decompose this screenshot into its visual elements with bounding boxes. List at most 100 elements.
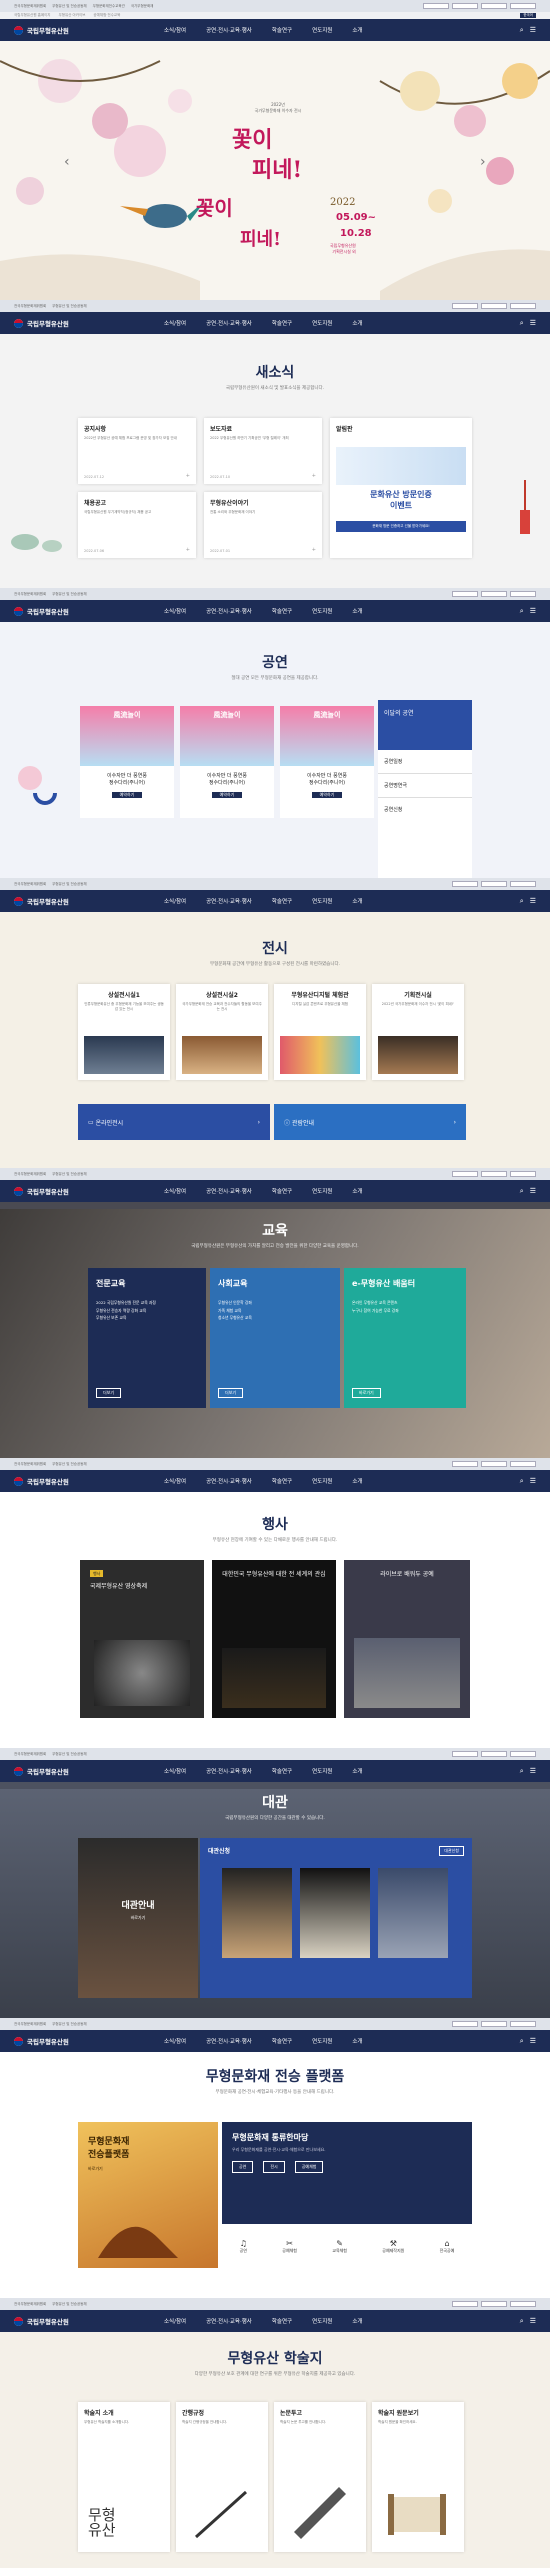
utility-link[interactable]: 전국무형문화재위원회 xyxy=(14,1752,46,1757)
menu-icon[interactable]: ☰ xyxy=(530,2317,536,2326)
nav-item-support[interactable]: 연도지원 xyxy=(312,1187,332,1195)
search-icon[interactable]: ⌕ xyxy=(520,2317,524,2326)
platform-button[interactable]: 공예체험 xyxy=(294,2161,324,2173)
hall-photo[interactable] xyxy=(222,1868,292,1958)
news-card-recruit[interactable]: 채용공고 국립무형유산원 무기계약직(정규직) 채용 공고 2022.07.06 + xyxy=(78,492,196,558)
nav-item-news[interactable]: 소식/참여 xyxy=(164,1187,186,1195)
edu-card-elearning[interactable]: e-무형유산 배움터 온라인 무형유산 교육 콘텐츠 누구나 참여 가능한 무료… xyxy=(344,1268,466,1408)
nav-item-news[interactable]: 소식/참여 xyxy=(164,607,186,615)
menu-icon[interactable]: ☰ xyxy=(530,1187,536,1196)
quick-link-box[interactable] xyxy=(510,303,536,309)
quick-link-box[interactable] xyxy=(510,591,536,597)
nav-item-news[interactable]: 소식/참여 xyxy=(164,2317,186,2325)
side-link[interactable]: 공연일정 xyxy=(378,750,472,774)
quick-link-box[interactable] xyxy=(481,3,507,9)
quick-link-box[interactable] xyxy=(452,3,478,9)
hero-prev-button[interactable] xyxy=(0,41,40,300)
nav-item-about[interactable]: 소개 xyxy=(352,1477,362,1485)
menu-icon[interactable]: ☰ xyxy=(530,1767,536,1776)
quick-link-box[interactable] xyxy=(481,2021,507,2027)
quick-link-box[interactable] xyxy=(452,2021,478,2027)
event-card[interactable]: 라이브로 배워두 공예 xyxy=(344,1560,470,1718)
site-logo[interactable]: 국립무형유산원 xyxy=(27,606,69,616)
quick-link-box[interactable] xyxy=(481,303,507,309)
side-link[interactable]: 공연명연극 xyxy=(378,774,472,798)
nav-item-news[interactable]: 소식/참여 xyxy=(164,319,186,327)
site-logo[interactable]: 국립무형유산원 xyxy=(27,318,69,328)
nav-item-programs[interactable]: 공연·전시·교육·행사 xyxy=(206,1767,252,1775)
quick-link-box[interactable] xyxy=(510,2301,536,2307)
quick-link-box[interactable] xyxy=(481,1461,507,1467)
news-card-press[interactable]: 보도자료 2022 무형유산원 하반기 기획공연 '무형 릴레이' 개최 2022.… xyxy=(204,418,322,484)
utility-link[interactable]: 전국무형문화재위원회 xyxy=(14,2302,46,2307)
utility-link[interactable]: 전국무형문화재위원회 xyxy=(14,1462,46,1467)
nav-item-support[interactable]: 연도지원 xyxy=(312,1767,332,1775)
quick-link-box[interactable] xyxy=(452,881,478,887)
quick-link-box[interactable] xyxy=(481,1751,507,1757)
nav-item-support[interactable]: 연도지원 xyxy=(312,607,332,615)
site-logo[interactable]: 국립무형유산원 xyxy=(27,1766,69,1776)
nav-item-about[interactable]: 소개 xyxy=(352,607,362,615)
menu-icon[interactable]: ☰ xyxy=(530,26,536,35)
search-icon[interactable]: ⌕ xyxy=(520,2037,524,2046)
platform-icon-link[interactable]: ✎ 교육체험 xyxy=(332,2239,347,2254)
performance-card[interactable]: 風流놀이 이수자만 더 풍연풍 정수다리(주니어) 예약하기 xyxy=(180,706,274,818)
search-icon[interactable]: ⌕ xyxy=(520,1477,524,1486)
visit-info-button[interactable]: ⓘ 관람안내 › xyxy=(274,1104,466,1140)
utility-link[interactable]: 전국무형문화재위원회 xyxy=(14,2022,46,2027)
event-card[interactable]: 행사 국제무형유산 영상축제 xyxy=(80,1560,204,1718)
exhibition-card[interactable]: 상설전시실2 국가무형문화재 전승 교육과 전수자들의 활동을 보여주는 전시 xyxy=(176,984,268,1080)
nav-item-research[interactable]: 학술연구 xyxy=(272,26,292,34)
sub-link[interactable]: 국립무형유산원 홈페이지 xyxy=(14,13,51,18)
nav-item-about[interactable]: 소개 xyxy=(352,319,362,327)
search-icon[interactable]: ⌕ xyxy=(520,607,524,616)
site-logo[interactable]: 국립무형유산원 xyxy=(27,2036,69,2046)
news-card-notice[interactable]: 공지사항 2022년 무형유산 공예 체험 프로그램 운영 및 참가자 모집 안내… xyxy=(78,418,196,484)
utility-link[interactable]: 무형문화재전수교육관 xyxy=(93,4,125,9)
hall-apply-button[interactable]: 대관신청 xyxy=(439,1846,464,1856)
quick-link-box[interactable] xyxy=(510,881,536,887)
nav-item-programs[interactable]: 공연·전시·교육·행사 xyxy=(206,1477,252,1485)
language-select[interactable]: 한국어 xyxy=(520,13,536,18)
reserve-button[interactable]: 예약하기 xyxy=(212,792,242,798)
search-icon[interactable]: ⌕ xyxy=(520,26,524,35)
platform-icon-link[interactable]: ⌂ 전국공예 xyxy=(440,2239,455,2254)
platform-icon-link[interactable]: ✂ 공예체험 xyxy=(282,2239,297,2254)
quick-link-box[interactable] xyxy=(452,1461,478,1467)
online-exhibition-button[interactable]: ▭ 온라인전시 › xyxy=(78,1104,270,1140)
utility-link[interactable]: 무형유산 및 전승공동체 xyxy=(52,1752,86,1757)
utility-link[interactable]: 전국무형문화재위원회 xyxy=(14,304,46,309)
nav-item-programs[interactable]: 공연·전시·교육·행사 xyxy=(206,2037,252,2045)
search-icon[interactable]: ⌕ xyxy=(520,319,524,328)
more-button[interactable]: 더보기 xyxy=(218,1388,244,1398)
journal-card-intro[interactable]: 학술지 소개 무형유산 학술지를 소개합니다. 무형 유산 xyxy=(78,2402,170,2552)
sub-link[interactable]: 무형유산 아카이브 xyxy=(59,13,86,18)
nav-item-research[interactable]: 학술연구 xyxy=(272,2037,292,2045)
this-month-heading[interactable]: 이달의 공연 xyxy=(378,700,472,750)
search-icon[interactable]: ⌕ xyxy=(520,897,524,906)
nav-item-programs[interactable]: 공연·전시·교육·행사 xyxy=(206,897,252,905)
nav-item-support[interactable]: 연도지원 xyxy=(312,2037,332,2045)
sub-link[interactable]: 공예체험·전수교육 xyxy=(93,13,120,18)
platform-icon-link[interactable]: ⚒ 공예제작지원 xyxy=(382,2239,404,2254)
quick-link-box[interactable] xyxy=(423,3,449,9)
nav-item-research[interactable]: 학술연구 xyxy=(272,319,292,327)
popup-panel[interactable]: 알림판 문화유산 방문인증 이벤트 문화재 방문 인증하고 선물 받아가세요! xyxy=(330,418,472,558)
quick-link-box[interactable] xyxy=(481,1171,507,1177)
nav-item-research[interactable]: 학술연구 xyxy=(272,1477,292,1485)
go-button[interactable]: 바로가기 xyxy=(78,1915,198,1921)
exhibition-card[interactable]: 기획전시실 2022년 국가무형문화재 이수자 전시 '꽃이 피네!' xyxy=(372,984,464,1080)
performance-card[interactable]: 風流놀이 이수자만 더 풍연풍 정수다리(주니어) 예약하기 xyxy=(280,706,374,818)
side-link[interactable]: 공연신청 xyxy=(378,798,472,821)
reserve-button[interactable]: 예약하기 xyxy=(112,792,142,798)
nav-item-news[interactable]: 소식/참여 xyxy=(164,26,186,34)
event-card[interactable]: 대한민국 무형유산에 대한 전 세계의 관심 xyxy=(212,1560,336,1718)
utility-link[interactable]: 국가무형문화재 xyxy=(131,4,154,9)
menu-icon[interactable]: ☰ xyxy=(530,1477,536,1486)
nav-item-support[interactable]: 연도지원 xyxy=(312,1477,332,1485)
platform-icon-link[interactable]: ♫ 공연 xyxy=(240,2239,247,2254)
quick-link-box[interactable] xyxy=(481,2301,507,2307)
nav-item-programs[interactable]: 공연·전시·교육·행사 xyxy=(206,26,252,34)
platform-button[interactable]: 공연 xyxy=(232,2161,254,2173)
edu-card-professional[interactable]: 전문교육 2022 국립무형유산원 전문 교육 과정 무형유산 전승자 역량 강… xyxy=(88,1268,206,1408)
